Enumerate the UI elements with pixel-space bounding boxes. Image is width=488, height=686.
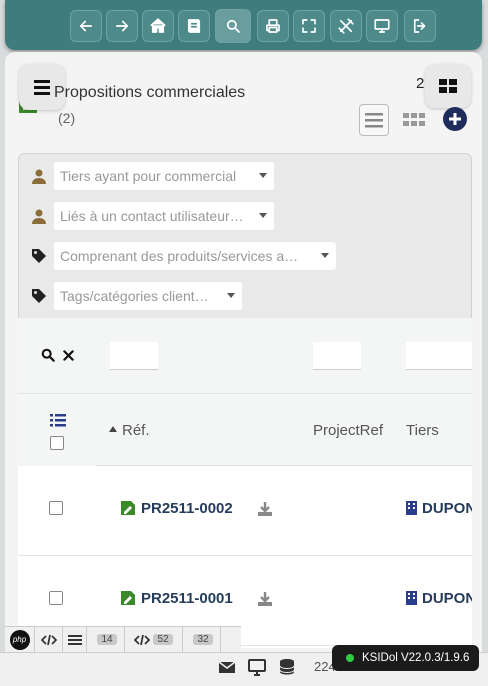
queries-tab[interactable]: 52 xyxy=(125,626,183,653)
fullscreen-button[interactable] xyxy=(293,10,325,42)
count-badge: 14 xyxy=(97,634,117,645)
forward-button[interactable] xyxy=(106,10,138,42)
tiers-link[interactable]: DUPON xyxy=(422,590,472,607)
arrow-left-icon xyxy=(79,20,93,32)
page-title: Propositions commerciales xyxy=(54,84,246,101)
top-toolbar xyxy=(5,0,482,50)
tag-icon xyxy=(32,289,46,303)
tools-icon xyxy=(338,18,354,34)
clear-filter-icon[interactable] xyxy=(63,350,74,361)
building-icon xyxy=(406,501,417,515)
ref-search-input[interactable] xyxy=(110,342,158,370)
mail-icon[interactable] xyxy=(217,658,237,676)
search-icon xyxy=(226,19,240,33)
user-icon xyxy=(32,169,46,184)
contact-filter-placeholder: Liés à un contact utilisateur… xyxy=(60,208,244,224)
download-icon[interactable] xyxy=(257,501,273,517)
version-badge: KSIDol V22.0.3/1.9.6 xyxy=(332,645,480,671)
hamburger-icon xyxy=(34,80,50,95)
monitor-icon[interactable] xyxy=(247,658,267,676)
projectref-column-header[interactable]: ProjectRef xyxy=(313,422,383,439)
kanban-view-button[interactable] xyxy=(399,104,429,136)
code-icon xyxy=(40,634,57,645)
book-button[interactable] xyxy=(178,10,210,42)
add-proposal-button[interactable] xyxy=(443,107,467,131)
list-view-button[interactable] xyxy=(359,104,389,136)
list-icon xyxy=(365,113,383,128)
code-icon xyxy=(134,634,151,645)
products-filter-select[interactable]: Comprenant des produits/services a… xyxy=(54,242,336,270)
commercial-filter-select[interactable]: Tiers ayant pour commercial xyxy=(54,162,274,190)
table-row: PR2511-0002 DUPON xyxy=(18,466,472,556)
tag-icon xyxy=(32,249,46,263)
printer-icon xyxy=(266,19,280,33)
code-tab[interactable] xyxy=(35,626,63,653)
tiers-search-input[interactable] xyxy=(406,342,472,370)
proposal-ref-link[interactable]: PR2511-0002 xyxy=(141,500,233,517)
kanban-icon xyxy=(403,113,425,126)
book-icon xyxy=(187,19,201,33)
php-logo: php xyxy=(9,629,30,650)
row-checkbox[interactable] xyxy=(49,501,63,515)
tags-filter-select[interactable]: Tags/catégories client… xyxy=(54,282,242,310)
count-badge: 52 xyxy=(153,634,173,645)
home-icon xyxy=(150,18,166,33)
filter-panel: Tiers ayant pour commercial Liés à un co… xyxy=(18,153,472,323)
search-button[interactable] xyxy=(215,9,251,43)
monitor-icon xyxy=(374,19,390,33)
expand-icon xyxy=(302,19,316,33)
logout-icon xyxy=(413,19,426,33)
back-button[interactable] xyxy=(70,10,102,42)
commercial-filter-placeholder: Tiers ayant pour commercial xyxy=(60,168,237,184)
tools-button[interactable] xyxy=(330,10,362,42)
arrow-right-icon xyxy=(115,20,129,32)
timeline-tab[interactable]: 14 xyxy=(87,626,125,653)
tiers-column-header[interactable]: Tiers xyxy=(406,422,439,439)
projectref-search-input[interactable] xyxy=(313,342,361,370)
home-button[interactable] xyxy=(142,10,174,42)
products-filter-placeholder: Comprenant des produits/services a… xyxy=(60,248,299,264)
search-row xyxy=(18,318,472,394)
select-column-header xyxy=(18,394,96,466)
version-text: KSIDol V22.0.3/1.9.6 xyxy=(362,652,470,664)
messages-tab[interactable] xyxy=(63,626,87,653)
download-icon[interactable] xyxy=(257,591,273,607)
debug-toolbar: php 14 52 32 xyxy=(5,626,241,653)
proposal-icon xyxy=(121,591,135,605)
database-icon[interactable] xyxy=(277,658,297,676)
proposal-icon xyxy=(121,501,135,515)
tiers-link[interactable]: DUPON xyxy=(422,500,472,517)
search-icon[interactable] xyxy=(41,348,55,362)
print-button[interactable] xyxy=(257,10,289,42)
ref-column-header[interactable]: Réf. xyxy=(122,422,150,439)
building-icon xyxy=(406,591,417,605)
plus-icon xyxy=(449,113,461,125)
count-badge: 32 xyxy=(193,634,213,645)
sort-asc-icon[interactable] xyxy=(109,426,117,432)
php-debug-button[interactable]: php xyxy=(5,626,35,653)
logout-button[interactable] xyxy=(404,10,436,42)
logs-tab[interactable]: 32 xyxy=(183,626,221,653)
apps-button[interactable] xyxy=(425,64,471,108)
lines-icon xyxy=(67,634,82,645)
list-options-icon[interactable] xyxy=(50,413,66,427)
contact-filter-select[interactable]: Liés à un contact utilisateur… xyxy=(54,202,274,230)
table-header: Réf. ProjectRef Tiers xyxy=(18,394,472,466)
status-dot xyxy=(346,654,354,662)
select-all-checkbox[interactable] xyxy=(50,436,64,450)
grid-icon xyxy=(439,79,457,93)
row-checkbox[interactable] xyxy=(49,591,63,605)
proposal-ref-link[interactable]: PR2511-0001 xyxy=(141,590,233,607)
proposals-table: Réf. ProjectRef Tiers PR2511-0002 DUPON … xyxy=(18,318,472,648)
monitor-button[interactable] xyxy=(366,10,398,42)
record-count: (2) xyxy=(58,110,76,126)
tags-filter-placeholder: Tags/catégories client… xyxy=(60,288,209,304)
user-icon xyxy=(32,209,46,224)
